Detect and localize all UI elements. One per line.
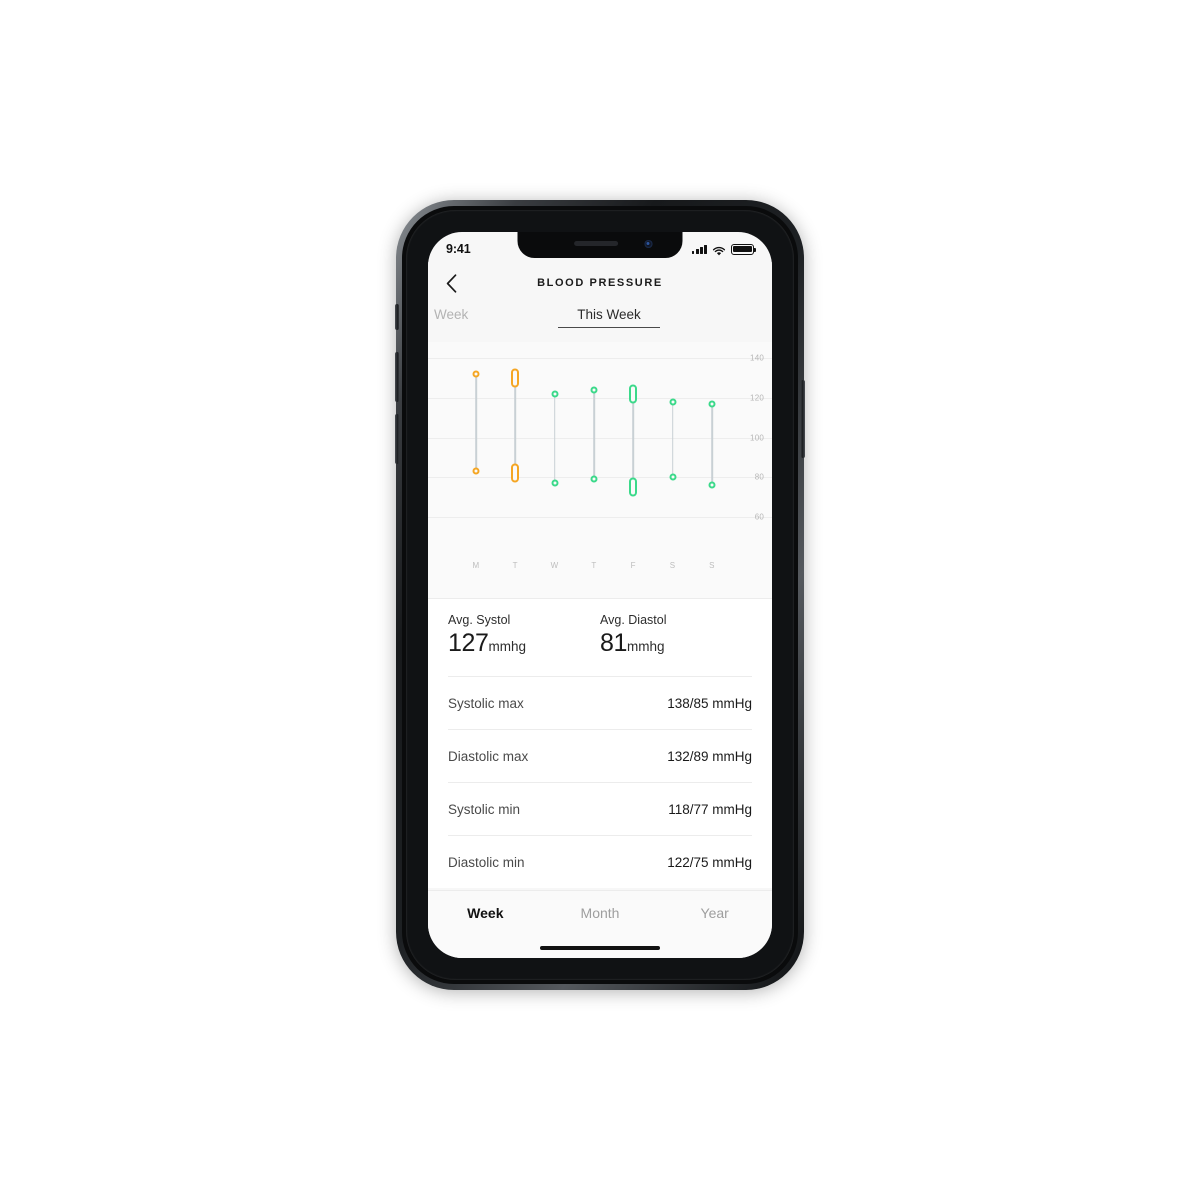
wifi-icon (712, 244, 726, 255)
power-button[interactable] (801, 380, 805, 458)
average-label: Avg. Systol (448, 613, 511, 627)
day-label: T (591, 561, 597, 570)
average-number: 127 (448, 629, 489, 657)
average-unit: mmhg (488, 639, 527, 654)
tab-month[interactable]: Month (543, 905, 658, 921)
silence-switch-button[interactable] (395, 304, 399, 330)
stat-row[interactable]: Systolic max 138/85 mmHg (448, 676, 752, 729)
chart-range-stem (514, 377, 517, 474)
average-number: 81 (600, 629, 628, 657)
chart-point-diastolic[interactable] (708, 481, 716, 489)
tab-week[interactable]: Week (428, 905, 543, 921)
chart-day-column[interactable] (586, 342, 602, 537)
chart-day-column[interactable] (507, 342, 523, 537)
day-label: F (630, 561, 636, 570)
stats-list: Systolic max 138/85 mmHg Diastolic max 132/… (428, 676, 772, 888)
chart-day-column[interactable] (468, 342, 484, 537)
status-time: 9:41 (446, 242, 471, 256)
chart-point-systolic[interactable] (551, 390, 559, 398)
chart-day-column[interactable] (625, 342, 641, 537)
blood-pressure-chart: 140 120 100 80 60 (428, 342, 772, 537)
chart-range-stem (475, 373, 477, 472)
home-indicator[interactable] (540, 945, 660, 950)
bottom-tab-bar: Week Month Year (428, 890, 772, 958)
stat-row[interactable]: Diastolic max 132/89 mmHg (448, 729, 752, 782)
average-block: Avg. Diastol 81 mmhg (600, 613, 752, 676)
phone-screen: 9:41 BLOOD PRESSURE Week This Week 140 1… (428, 232, 772, 958)
phone-device-frame: 9:41 BLOOD PRESSURE Week This Week 140 1… (395, 200, 805, 990)
segment-this-week[interactable]: This Week (554, 304, 664, 328)
day-label: W (550, 561, 559, 570)
cellular-signal-icon (691, 244, 707, 254)
average-block: Avg. Systol 127 mmhg (448, 613, 600, 676)
chart-point-systolic[interactable] (708, 400, 716, 408)
segment-previous-week[interactable]: Week (428, 304, 554, 322)
average-value: 81 mmhg (600, 629, 752, 658)
stat-value: 118/77 mmHg (668, 801, 752, 817)
front-camera-icon (644, 240, 653, 248)
chart-range-stem (553, 393, 556, 484)
chart-point-diastolic[interactable] (472, 467, 480, 475)
nav-bar: BLOOD PRESSURE (428, 262, 772, 304)
chart-x-axis-days: MTWTFSS (428, 537, 772, 599)
chart-day-column[interactable] (547, 342, 563, 537)
segment-this-week-label: This Week (577, 307, 641, 322)
segment-active-underline (558, 326, 660, 328)
stat-row[interactable]: Systolic min 118/77 mmHg (448, 782, 752, 835)
day-label: S (669, 561, 676, 570)
chart-point-diastolic[interactable] (669, 473, 677, 481)
chart-range-stem (711, 403, 713, 486)
chart-point-systolic[interactable] (472, 370, 480, 378)
volume-up-button[interactable] (395, 352, 399, 402)
chart-plot-area (428, 342, 772, 537)
chart-range-stem (671, 401, 674, 478)
chart-point-systolic[interactable] (669, 398, 677, 406)
chart-point-diastolic[interactable] (590, 475, 598, 483)
battery-icon (731, 243, 756, 255)
stat-name: Systolic min (448, 801, 521, 817)
device-notch (517, 232, 683, 258)
chart-point-diastolic[interactable] (629, 477, 638, 497)
day-label: T (512, 561, 518, 570)
stat-value: 138/85 mmHg (667, 695, 752, 711)
chart-range-stem (593, 389, 595, 480)
chart-day-column[interactable] (704, 342, 720, 537)
day-label: M (472, 561, 480, 570)
screenshot-canvas: 9:41 BLOOD PRESSURE Week This Week 140 1… (0, 0, 1200, 1200)
chart-day-column[interactable] (665, 342, 681, 537)
average-label: Avg. Diastol (600, 613, 667, 627)
page-title: BLOOD PRESSURE (537, 277, 663, 289)
tab-year[interactable]: Year (657, 905, 772, 921)
average-unit: mmhg (627, 639, 665, 654)
stat-value: 132/89 mmHg (667, 748, 752, 764)
stat-row[interactable]: Diastolic min 122/75 mmHg (448, 835, 752, 888)
stat-name: Diastolic max (448, 748, 529, 764)
chart-point-diastolic[interactable] (551, 479, 559, 487)
chart-point-systolic[interactable] (590, 386, 598, 394)
status-indicators (691, 243, 756, 255)
average-value: 127 mmhg (448, 629, 600, 658)
period-segment-control: Week This Week (428, 304, 772, 338)
chart-point-diastolic[interactable] (511, 463, 520, 483)
earpiece-speaker (573, 241, 618, 246)
chart-range-stem (632, 393, 635, 488)
day-label: S (709, 561, 715, 570)
chart-point-systolic[interactable] (511, 368, 520, 388)
stat-value: 122/75 mmHg (667, 854, 752, 870)
stat-name: Systolic max (448, 695, 524, 711)
chart-point-systolic[interactable] (629, 384, 638, 404)
stat-name: Diastolic min (448, 854, 525, 870)
averages-summary: Avg. Systol 127 mmhg Avg. Diastol 81 mmhg (428, 599, 772, 676)
volume-down-button[interactable] (395, 414, 399, 464)
